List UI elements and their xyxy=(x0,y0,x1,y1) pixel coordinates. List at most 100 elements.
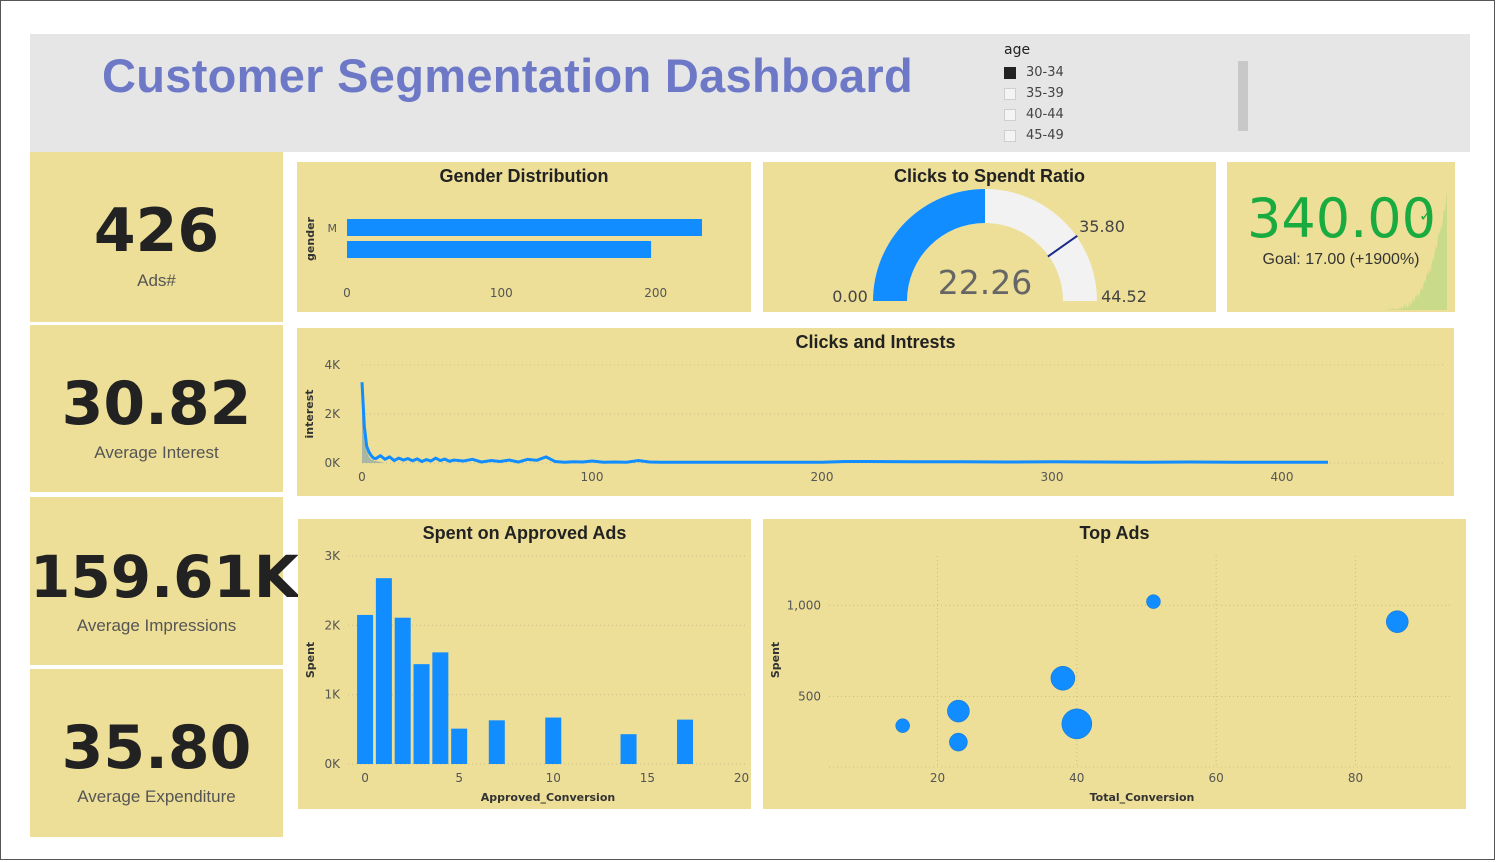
x-tick-label: 300 xyxy=(1041,470,1064,484)
slicer-item-30-34[interactable]: 30-34 xyxy=(1004,62,1154,83)
scatter-point xyxy=(1386,610,1409,633)
spent-approved-ads-chart[interactable]: Spent on Approved Ads 0K 1K 2K 3K 0 5 10 15 20 Ap… xyxy=(298,519,751,809)
y-tick-label: 1K xyxy=(324,688,341,702)
kpi-value: 30.82 xyxy=(61,369,252,439)
checkbox[interactable] xyxy=(1004,87,1016,100)
slicer-item-40-44[interactable]: 40-44 xyxy=(1004,104,1154,125)
scatter-point xyxy=(1146,594,1161,609)
checkbox[interactable] xyxy=(1004,66,1016,79)
spent-bar xyxy=(451,728,468,764)
y-axis-title: Spent xyxy=(304,642,317,678)
clicks-line xyxy=(360,382,1328,464)
gauge-target-label: 35.80 xyxy=(1079,217,1125,236)
spent-bar xyxy=(488,720,505,764)
x-tick-label: 10 xyxy=(546,771,561,785)
x-axis-title: Total_Conversion xyxy=(1090,791,1195,804)
spent-bar xyxy=(677,719,694,764)
bar-chart-svg: 0K 1K 2K 3K 0 5 10 15 20 Approved_Conversion Spent xyxy=(304,549,749,804)
x-tick-label: 200 xyxy=(811,470,834,484)
spent-bar xyxy=(545,717,562,764)
gauge-min-label: 0.00 xyxy=(832,287,868,306)
kpi-label: Average Impressions xyxy=(76,616,237,635)
gauge-svg: 22.26 0.00 44.52 35.80 xyxy=(832,189,1147,306)
slicer-item-35-39[interactable]: 35-39 xyxy=(1004,83,1154,104)
line-chart-svg: 0K 2K 4K 0 100 200 300 400 interest xyxy=(303,358,1444,484)
y-tick-label: 3K xyxy=(324,549,341,563)
gender-bar xyxy=(347,241,652,258)
kpi-value: 426 xyxy=(93,196,220,266)
checkbox[interactable] xyxy=(1004,129,1016,142)
y-axis-title: Spent xyxy=(769,642,782,678)
y-tick-label: 500 xyxy=(798,689,821,703)
spent-bar xyxy=(357,614,374,764)
checkbox[interactable] xyxy=(1004,108,1016,121)
x-axis-title: Approved_Conversion xyxy=(481,791,615,804)
spent-bar xyxy=(375,578,392,764)
page-title: Customer Segmentation Dashboard xyxy=(102,49,914,102)
y-tick-label: 0K xyxy=(324,456,341,470)
x-tick-label: 15 xyxy=(640,771,655,785)
x-tick-label: 400 xyxy=(1271,470,1294,484)
x-tick-label: 200 xyxy=(644,286,667,300)
spent-bar xyxy=(394,617,411,764)
slicer-item-label: 40-44 xyxy=(1026,107,1064,122)
scatter-chart-svg: 500 1,000 20 40 60 80 Total_Conversion Spent xyxy=(769,556,1453,804)
gender-bar xyxy=(347,219,702,236)
x-tick-label: 20 xyxy=(734,771,749,785)
spent-bar xyxy=(413,664,430,764)
goal-value: 340.00 xyxy=(1247,187,1436,250)
goal-text: Goal: 17.00 (+1900%) xyxy=(1262,251,1420,268)
scatter-point xyxy=(949,732,968,752)
slicer-scrollbar[interactable] xyxy=(1238,61,1248,131)
scatter-point xyxy=(947,699,970,723)
x-tick-label: 100 xyxy=(581,470,604,484)
x-tick-label: 0 xyxy=(358,470,366,484)
header-banner: Customer Segmentation Dashboard age 30-3… xyxy=(30,34,1470,152)
clicks-spent-gauge[interactable]: Clicks to Spendt Ratio 22.26 0.00 44.52 35.… xyxy=(763,162,1216,312)
scatter-point xyxy=(1050,665,1076,691)
slicer-item-label: 45-49 xyxy=(1026,128,1064,143)
x-tick-label: 80 xyxy=(1348,771,1363,785)
x-tick-label: 20 xyxy=(930,771,945,785)
kpi-label: Average Interest xyxy=(94,443,219,462)
slicer-title: age xyxy=(1004,42,1031,58)
gauge-value: 22.26 xyxy=(938,263,1032,302)
scatter-point xyxy=(895,718,910,733)
age-slicer[interactable]: age 30-34 35-39 40-44 45-49 xyxy=(1004,42,1154,146)
kpi-label: Average Expenditure xyxy=(77,787,236,806)
x-tick-label: 5 xyxy=(455,771,463,785)
slicer-item-label: 30-34 xyxy=(1026,65,1064,80)
kpi-value: 35.80 xyxy=(61,713,252,783)
y-axis-title: interest xyxy=(303,389,316,438)
kpi-value: 159.61K xyxy=(30,543,299,611)
kpi-card-impressions: 159.61K Average Impressions xyxy=(30,497,299,665)
x-tick-label: 0 xyxy=(361,771,369,785)
slicer-item-45-49[interactable]: 45-49 xyxy=(1004,125,1154,146)
kpi-card-interest: 30.82 Average Interest xyxy=(30,325,283,492)
top-ads-chart[interactable]: Top Ads 500 1,000 20 40 60 80 Total_Conversion… xyxy=(763,519,1466,809)
x-tick-label: 40 xyxy=(1069,771,1084,785)
scatter-point xyxy=(1061,708,1093,740)
gender-chart-svg: M 0 100 200 gender xyxy=(304,216,702,300)
category-label: M xyxy=(328,222,338,235)
y-tick-label: 4K xyxy=(324,358,341,372)
spent-bar xyxy=(620,734,637,764)
y-tick-label: 1,000 xyxy=(787,598,821,612)
clicks-interests-chart[interactable]: Clicks and Intrests 0K 2K 4K 0 100 200 300 400 i… xyxy=(297,328,1454,496)
x-tick-label: 0 xyxy=(343,286,351,300)
y-tick-label: 2K xyxy=(324,618,341,632)
goal-kpi-card[interactable]: 340.00 ✓ Goal: 17.00 (+1900%) xyxy=(1227,162,1455,312)
kpi-card-expenditure: 35.80 Average Expenditure xyxy=(30,669,283,837)
gauge-max-label: 44.52 xyxy=(1101,287,1147,306)
y-tick-label: 2K xyxy=(324,407,341,421)
spent-bar xyxy=(432,652,449,764)
x-tick-label: 60 xyxy=(1209,771,1224,785)
check-icon: ✓ xyxy=(1419,206,1433,225)
x-tick-label: 100 xyxy=(490,286,513,300)
gender-distribution-chart[interactable]: Gender Distribution M 0 100 200 gender xyxy=(297,162,751,312)
y-tick-label: 0K xyxy=(324,757,341,771)
kpi-label: Ads# xyxy=(137,271,176,290)
kpi-card-ads: 426 Ads# xyxy=(30,152,283,322)
y-axis-title: gender xyxy=(304,216,317,261)
slicer-item-label: 35-39 xyxy=(1026,86,1064,101)
